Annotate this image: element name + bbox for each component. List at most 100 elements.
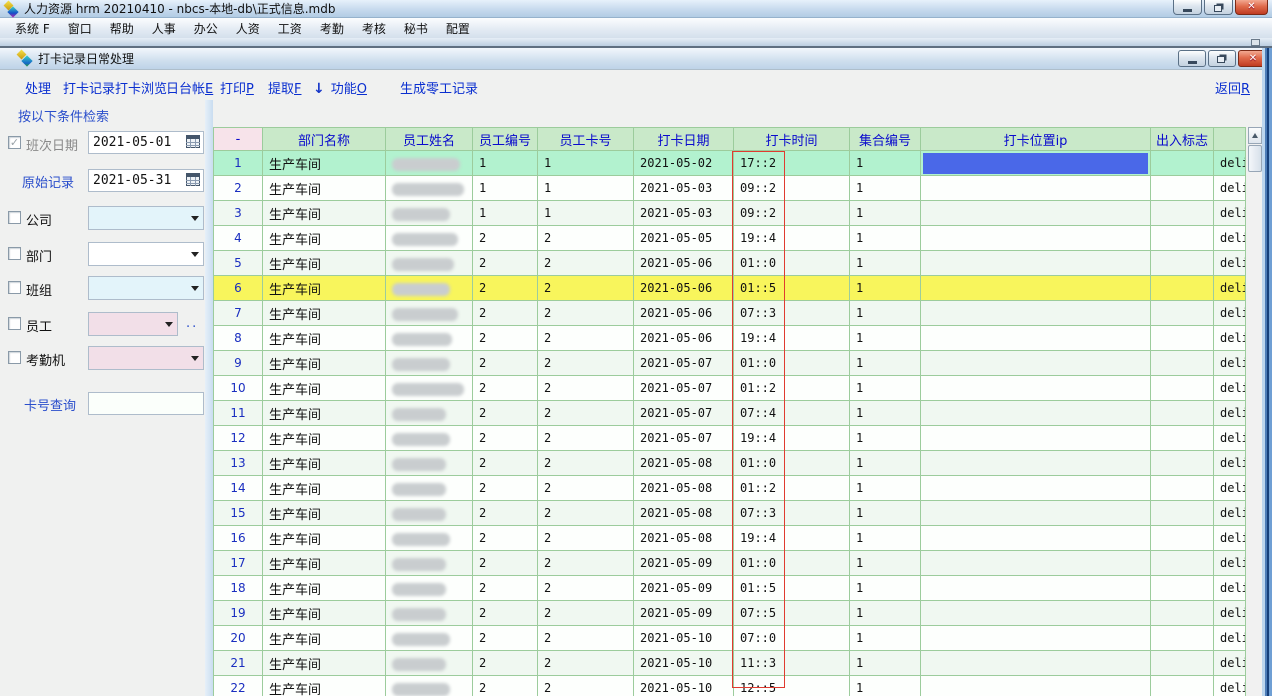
- employee-no-cell[interactable]: 1: [473, 151, 538, 176]
- department-cell[interactable]: 生产车间: [263, 426, 386, 451]
- table-row[interactable]: 20生产车间222021-05-1007::01deli: [214, 626, 1246, 651]
- tail-cell[interactable]: deli: [1214, 351, 1246, 376]
- menu-item[interactable]: 人资: [227, 18, 269, 39]
- menu-item[interactable]: 办公: [185, 18, 227, 39]
- punch-time-cell[interactable]: 09::2: [734, 176, 850, 201]
- table-row[interactable]: 7生产车间222021-05-0607::31deli: [214, 301, 1246, 326]
- punch-time-cell[interactable]: 01::0: [734, 551, 850, 576]
- shift-date-checkbox[interactable]: ✓: [8, 136, 21, 149]
- column-header[interactable]: 员工卡号: [538, 128, 634, 151]
- employee-name-cell[interactable]: [386, 251, 473, 276]
- row-number-cell[interactable]: 7: [214, 301, 263, 326]
- punch-time-cell[interactable]: 01::2: [734, 476, 850, 501]
- card-no-cell[interactable]: 2: [538, 326, 634, 351]
- employee-no-cell[interactable]: 2: [473, 226, 538, 251]
- group-no-cell[interactable]: 1: [850, 501, 921, 526]
- tail-cell[interactable]: deli: [1214, 651, 1246, 676]
- inout-flag-cell[interactable]: [1151, 251, 1214, 276]
- punch-date-cell[interactable]: 2021-05-10: [634, 676, 734, 696]
- tail-cell[interactable]: deli: [1214, 626, 1246, 651]
- table-row[interactable]: 5生产车间222021-05-0601::01deli: [214, 251, 1246, 276]
- department-cell[interactable]: 生产车间: [263, 676, 386, 696]
- employee-name-cell[interactable]: [386, 301, 473, 326]
- row-number-cell[interactable]: 20: [214, 626, 263, 651]
- card-no-cell[interactable]: 2: [538, 676, 634, 696]
- menu-item[interactable]: 配置: [437, 18, 479, 39]
- row-number-cell[interactable]: 11: [214, 401, 263, 426]
- employee-no-cell[interactable]: 1: [473, 176, 538, 201]
- punch-date-cell[interactable]: 2021-05-06: [634, 276, 734, 301]
- employee-no-cell[interactable]: 2: [473, 326, 538, 351]
- inout-flag-cell[interactable]: [1151, 351, 1214, 376]
- team-dropdown[interactable]: [88, 276, 204, 300]
- tail-cell[interactable]: deli: [1214, 326, 1246, 351]
- group-no-cell[interactable]: 1: [850, 451, 921, 476]
- punch-ip-cell[interactable]: [921, 226, 1151, 251]
- group-no-cell[interactable]: 1: [850, 301, 921, 326]
- employee-no-cell[interactable]: 2: [473, 401, 538, 426]
- employee-name-cell[interactable]: [386, 476, 473, 501]
- row-number-cell[interactable]: 9: [214, 351, 263, 376]
- department-cell[interactable]: 生产车间: [263, 651, 386, 676]
- column-header[interactable]: 打卡时间: [734, 128, 850, 151]
- column-header[interactable]: 打卡位置ip: [921, 128, 1151, 151]
- row-number-cell[interactable]: 4: [214, 226, 263, 251]
- employee-no-cell[interactable]: 2: [473, 426, 538, 451]
- group-no-cell[interactable]: 1: [850, 626, 921, 651]
- punch-date-cell[interactable]: 2021-05-07: [634, 426, 734, 451]
- punch-date-cell[interactable]: 2021-05-07: [634, 401, 734, 426]
- group-no-cell[interactable]: 1: [850, 476, 921, 501]
- inout-flag-cell[interactable]: [1151, 626, 1214, 651]
- punch-ip-cell[interactable]: [921, 601, 1151, 626]
- column-header[interactable]: -: [214, 128, 263, 151]
- employee-no-cell[interactable]: 2: [473, 601, 538, 626]
- inout-flag-cell[interactable]: [1151, 576, 1214, 601]
- inout-flag-cell[interactable]: [1151, 401, 1214, 426]
- employee-no-cell[interactable]: 2: [473, 626, 538, 651]
- tail-cell[interactable]: deli: [1214, 526, 1246, 551]
- card-no-cell[interactable]: 2: [538, 301, 634, 326]
- group-no-cell[interactable]: 1: [850, 651, 921, 676]
- tail-cell[interactable]: deli: [1214, 551, 1246, 576]
- inout-flag-cell[interactable]: [1151, 651, 1214, 676]
- inout-flag-cell[interactable]: [1151, 376, 1214, 401]
- punch-date-cell[interactable]: 2021-05-07: [634, 351, 734, 376]
- calendar-icon[interactable]: [186, 135, 200, 148]
- card-query-input[interactable]: [88, 392, 204, 415]
- inout-flag-cell[interactable]: [1151, 176, 1214, 201]
- minimize-button[interactable]: [1173, 0, 1202, 15]
- department-cell[interactable]: 生产车间: [263, 526, 386, 551]
- group-no-cell[interactable]: 1: [850, 151, 921, 176]
- punch-time-cell[interactable]: 12::5: [734, 676, 850, 696]
- department-cell[interactable]: 生产车间: [263, 176, 386, 201]
- group-no-cell[interactable]: 1: [850, 576, 921, 601]
- card-no-cell[interactable]: 2: [538, 226, 634, 251]
- punch-ip-cell[interactable]: [921, 551, 1151, 576]
- child-restore-button[interactable]: [1208, 50, 1236, 67]
- punch-time-cell[interactable]: 11::3: [734, 651, 850, 676]
- company-checkbox[interactable]: [8, 211, 21, 224]
- group-no-cell[interactable]: 1: [850, 526, 921, 551]
- tail-cell[interactable]: deli: [1214, 401, 1246, 426]
- inout-flag-cell[interactable]: [1151, 476, 1214, 501]
- card-no-cell[interactable]: 2: [538, 526, 634, 551]
- punch-ip-cell[interactable]: [921, 426, 1151, 451]
- punch-date-cell[interactable]: 2021-05-09: [634, 601, 734, 626]
- punch-time-cell[interactable]: 07::3: [734, 501, 850, 526]
- card-no-cell[interactable]: 2: [538, 401, 634, 426]
- column-header[interactable]: 部门名称: [263, 128, 386, 151]
- department-cell[interactable]: 生产车间: [263, 451, 386, 476]
- punch-date-cell[interactable]: 2021-05-08: [634, 501, 734, 526]
- punch-ip-cell[interactable]: [921, 676, 1151, 696]
- group-no-cell[interactable]: 1: [850, 226, 921, 251]
- toolbar-item[interactable]: 打卡浏览: [115, 78, 167, 97]
- employee-no-cell[interactable]: 2: [473, 351, 538, 376]
- punch-ip-cell[interactable]: [921, 576, 1151, 601]
- employee-no-cell[interactable]: 2: [473, 576, 538, 601]
- employee-name-cell[interactable]: [386, 351, 473, 376]
- punch-date-cell[interactable]: 2021-05-08: [634, 451, 734, 476]
- employee-name-cell[interactable]: [386, 651, 473, 676]
- card-no-cell[interactable]: 2: [538, 426, 634, 451]
- group-no-cell[interactable]: 1: [850, 376, 921, 401]
- table-row[interactable]: 13生产车间222021-05-0801::01deli: [214, 451, 1246, 476]
